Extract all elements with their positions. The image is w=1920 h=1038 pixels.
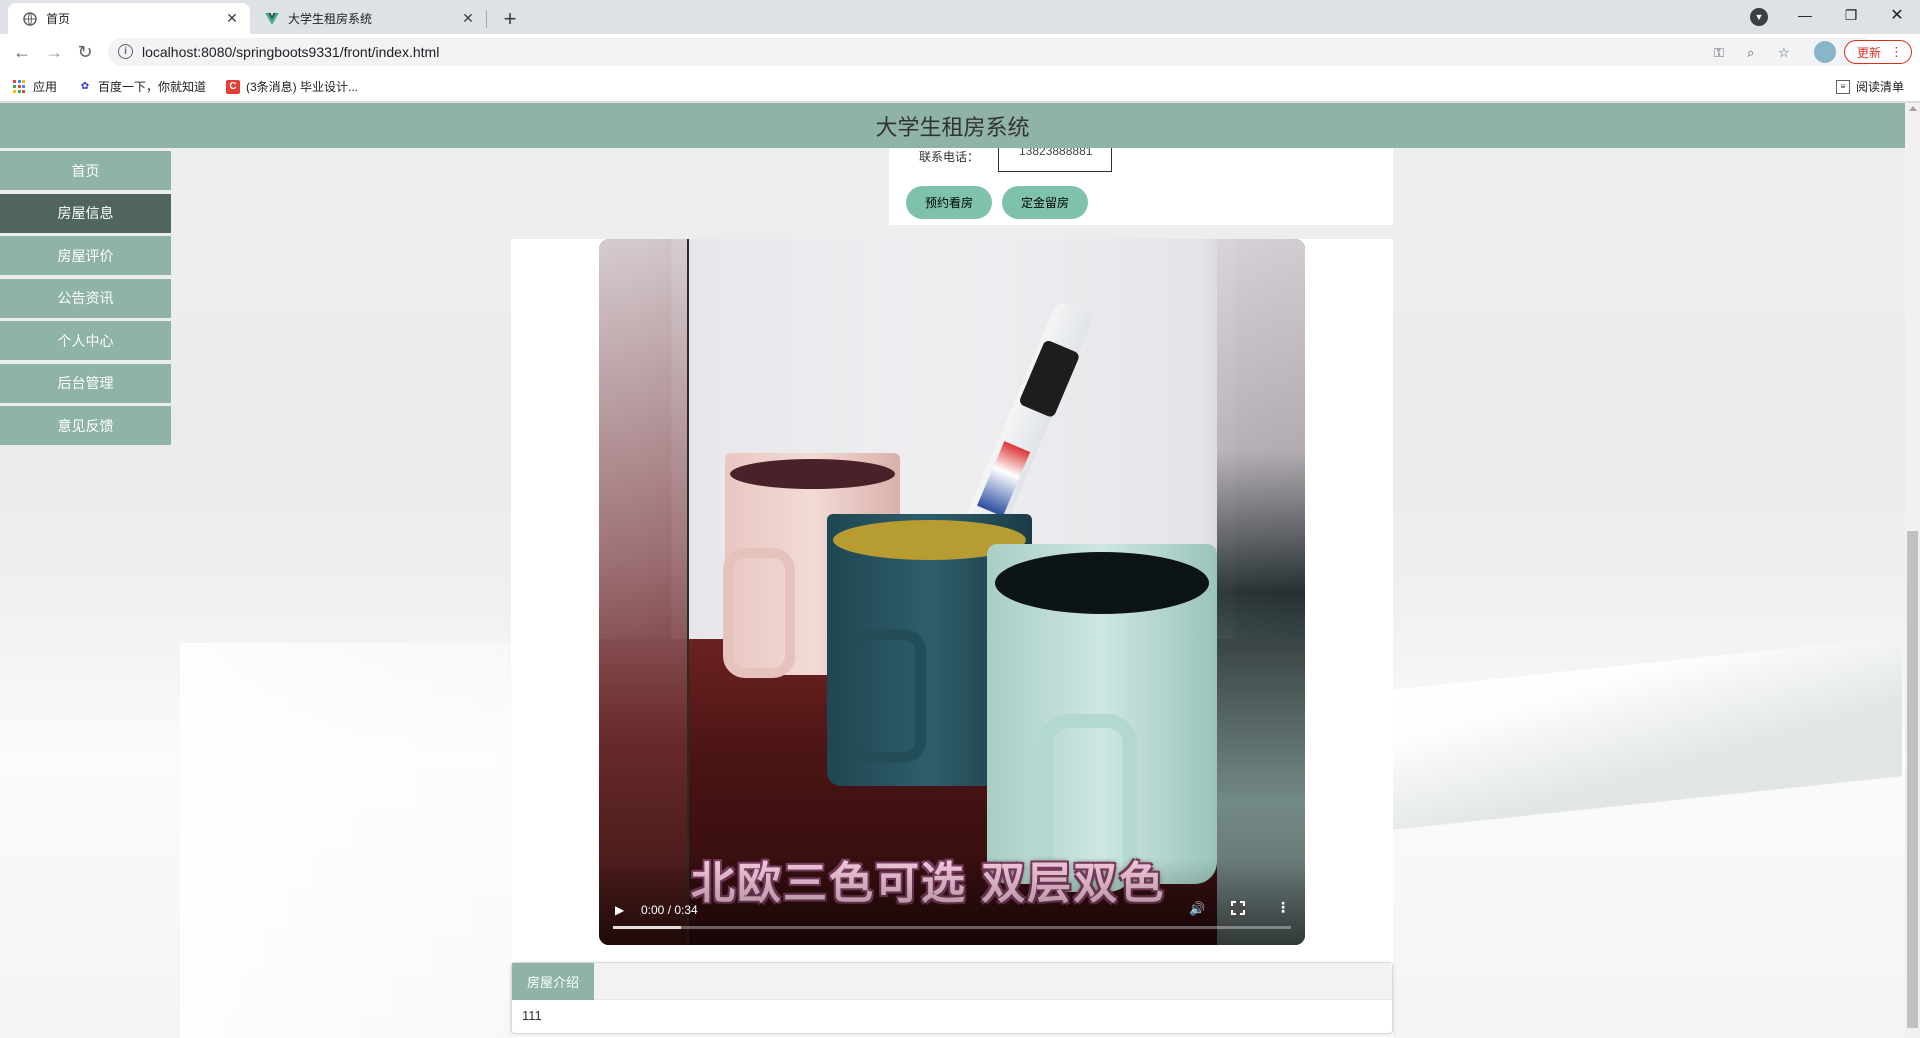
phone-value: 13823888881 xyxy=(998,148,1112,172)
bookmark-label: 应用 xyxy=(33,80,58,94)
tab-house-intro[interactable]: 房屋介绍 xyxy=(512,963,594,1000)
sidebar-item-feedback[interactable]: 意见反馈 xyxy=(0,406,171,445)
fullscreen-icon[interactable] xyxy=(1230,900,1246,916)
tab-title: 大学生租房系统 xyxy=(288,12,373,26)
bookmark-baidu[interactable]: ✿ 百度一下，你就知道 xyxy=(78,78,206,95)
tab-rental-system[interactable]: 大学生租房系统 ✕ xyxy=(250,3,486,34)
new-tab-button[interactable]: + xyxy=(496,5,524,33)
sidebar-item-admin[interactable]: 后台管理 xyxy=(0,363,171,403)
video-frame-edge xyxy=(687,239,689,945)
video-blur-left xyxy=(599,239,687,945)
update-button[interactable]: 更新 ⋮ xyxy=(1844,40,1912,64)
sidebar-item-personal-center[interactable]: 个人中心 xyxy=(0,321,171,360)
bookmark-star-icon[interactable]: ☆ xyxy=(1778,45,1790,61)
browser-tabstrip: 首页 ✕ 大学生租房系统 ✕ + ▼ — ❐ ✕ xyxy=(0,0,1920,34)
scroll-up-arrow[interactable] xyxy=(1909,106,1917,111)
house-intro-content: 111 xyxy=(522,1008,542,1023)
sidebar-nav: 首页 房屋信息 房屋评价 公告资讯 个人中心 后台管理 意见反馈 xyxy=(0,151,171,449)
close-tab-icon[interactable]: ✕ xyxy=(458,9,478,29)
profile-avatar[interactable] xyxy=(1814,41,1836,63)
reading-list-button[interactable]: ≡ 阅读清单 xyxy=(1836,78,1904,95)
minimize-button[interactable]: — xyxy=(1782,0,1828,30)
reading-list-icon: ≡ xyxy=(1836,79,1850,94)
tab-separator xyxy=(486,10,487,28)
sidebar-item-house-reviews[interactable]: 房屋评价 xyxy=(0,236,171,275)
page-viewport: 大学生租房系统 首页 房屋信息 房屋评价 公告资讯 个人中心 后台管理 意见反馈… xyxy=(0,103,1920,1038)
vue-logo-icon xyxy=(264,11,280,27)
address-bar[interactable]: i localhost:8080/springboots9331/front/i… xyxy=(108,38,1878,66)
site-info-icon[interactable]: i xyxy=(118,44,133,59)
sidebar-item-announcements[interactable]: 公告资讯 xyxy=(0,278,171,318)
zoom-icon[interactable]: ⌕ xyxy=(1747,45,1754,61)
sidebar-item-home[interactable]: 首页 xyxy=(0,151,171,190)
browser-toolbar: ← → ↻ i localhost:8080/springboots9331/f… xyxy=(0,34,1920,70)
video-frame-mint-mug xyxy=(987,544,1217,892)
video-time: 0:00 / 0:34 xyxy=(641,903,698,917)
close-tab-icon[interactable]: ✕ xyxy=(222,9,242,29)
globe-icon xyxy=(22,11,38,27)
video-blur-right xyxy=(1217,239,1305,945)
more-options-icon[interactable]: ⋮ xyxy=(1276,899,1290,916)
reading-list-label: 阅读清单 xyxy=(1856,80,1905,94)
menu-dots-icon: ⋮ xyxy=(1890,44,1903,59)
house-video-player[interactable]: 北欧三色可选 双层双色 ▶ 0:00 / 0:34 🔊 ⋮ xyxy=(599,239,1305,945)
url-text: localhost:8080/springboots9331/front/ind… xyxy=(142,44,440,60)
house-intro-panel: 房屋介绍 111 xyxy=(511,962,1393,1034)
video-buffered xyxy=(613,926,681,929)
bookmark-label: (3条消息) 毕业设计... xyxy=(246,80,359,94)
update-label: 更新 xyxy=(1857,45,1882,60)
scroll-thumb[interactable] xyxy=(1907,531,1918,1028)
volume-icon[interactable]: 🔊 xyxy=(1189,901,1205,917)
reload-button[interactable]: ↻ xyxy=(73,40,97,64)
close-window-button[interactable]: ✕ xyxy=(1874,0,1920,30)
bookmark-csdn[interactable]: C (3条消息) 毕业设计... xyxy=(226,78,358,95)
intro-tabbar: 房屋介绍 xyxy=(512,963,1392,1000)
tab-search-icon[interactable]: ▼ xyxy=(1750,8,1768,26)
site-title: 大学生租房系统 xyxy=(875,114,1030,140)
phone-label: 联系电话： xyxy=(919,150,980,164)
tab-title: 首页 xyxy=(46,12,71,26)
video-progress-bar[interactable] xyxy=(613,926,1291,929)
tab-home[interactable]: 首页 ✕ xyxy=(8,3,250,34)
sidebar-item-house-info[interactable]: 房屋信息 xyxy=(0,193,171,233)
deposit-button[interactable]: 定金留房 xyxy=(1002,186,1088,219)
video-frame-toothbrush xyxy=(963,300,1095,538)
site-header: 大学生租房系统 xyxy=(0,103,1905,148)
play-icon[interactable]: ▶ xyxy=(615,903,624,917)
forward-button[interactable]: → xyxy=(42,40,66,64)
apps-grid-icon xyxy=(13,79,27,94)
back-button[interactable]: ← xyxy=(10,40,34,64)
bookmark-label: 百度一下，你就知道 xyxy=(98,80,207,94)
key-icon[interactable]: ⚿ xyxy=(1714,45,1724,61)
baidu-paw-icon: ✿ xyxy=(80,81,90,92)
csdn-icon: C xyxy=(226,79,240,94)
house-detail-card: 联系电话： 13823888881 预约看房 定金留房 xyxy=(889,148,1393,225)
bookmarks-bar: 应用 ✿ 百度一下，你就知道 C (3条消息) 毕业设计... ≡ 阅读清单 xyxy=(0,70,1920,102)
book-viewing-button[interactable]: 预约看房 xyxy=(906,186,992,219)
page-scrollbar[interactable] xyxy=(1905,103,1920,1038)
bookmark-apps[interactable]: 应用 xyxy=(13,78,57,95)
restore-button[interactable]: ❐ xyxy=(1828,0,1874,30)
